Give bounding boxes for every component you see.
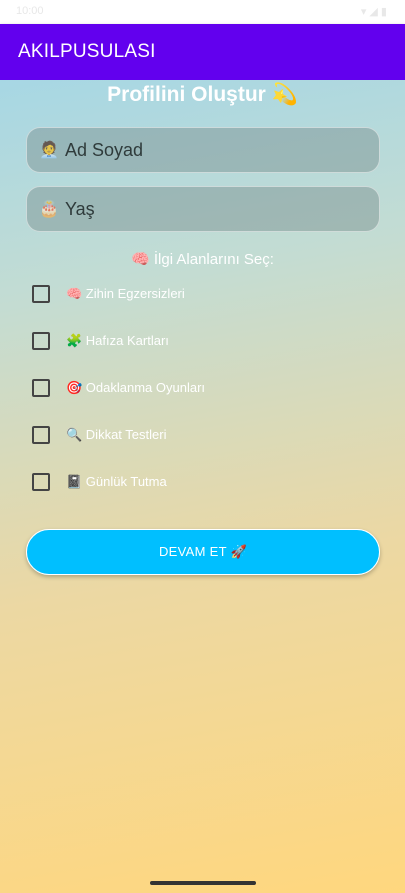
interest-label: 🧩 Hafıza Kartları [66,333,169,348]
age-field[interactable]: 🎂 Yaş [26,186,380,232]
checkbox[interactable] [32,426,50,444]
interest-label: 📓 Günlük Tutma [66,474,167,489]
age-field-placeholder: Yaş [65,198,95,219]
system-icons: ▾ ◢ ▮ [360,6,387,18]
status-time: 10:00 [16,5,44,17]
page-title: Profilini Oluştur 💫 [107,83,298,106]
interest-label: 🔍 Dikkat Testleri [66,427,167,442]
interest-checkbox-zihin[interactable]: 🧠 Zihin Egzersizleri [32,283,185,305]
interest-label: 🧠 Zihin Egzersizleri [66,286,185,301]
profile-screen: Profilini Oluştur 💫 🧑‍💼 Ad Soyad 🎂 Yaş 🧠… [0,80,405,893]
checkbox[interactable] [32,332,50,350]
interest-checkbox-gunluk[interactable]: 📓 Günlük Tutma [32,471,167,493]
name-field-placeholder: Ad Soyad [65,139,144,160]
checkbox[interactable] [32,379,50,397]
person-icon: 🧑‍💼 [39,142,59,159]
cake-icon: 🎂 [39,201,59,218]
gesture-nav-handle[interactable] [150,881,256,885]
checkbox[interactable] [32,285,50,303]
interest-checkbox-dikkat[interactable]: 🔍 Dikkat Testleri [32,424,166,446]
app-bar: AKILPUSULASI [0,24,405,80]
continue-button[interactable]: DEVAM ET 🚀 [26,529,380,575]
status-bar: 10:00 ▾ ◢ ▮ [0,0,405,24]
interests-label: 🧠 İlgi Alanlarını Seç: [131,251,274,268]
name-field[interactable]: 🧑‍💼 Ad Soyad [26,127,380,173]
interest-label: 🎯 Odaklanma Oyunları [66,380,206,395]
app-title: AKILPUSULASI [18,41,156,62]
interest-checkbox-hafiza[interactable]: 🧩 Hafıza Kartları [32,330,169,352]
checkbox[interactable] [32,473,50,491]
interest-checkbox-odaklanma[interactable]: 🎯 Odaklanma Oyunları [32,377,205,399]
